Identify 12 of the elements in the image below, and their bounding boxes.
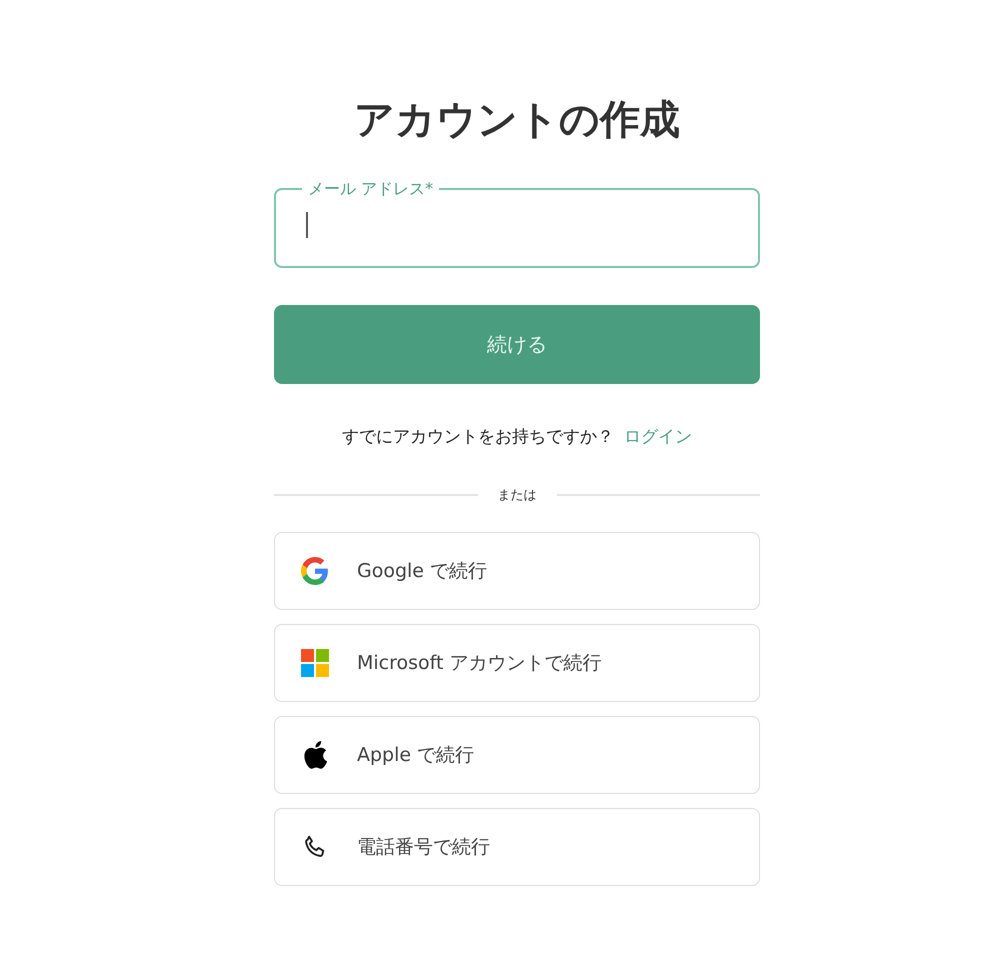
login-prompt: すでにアカウントをお持ちですか？ xyxy=(342,426,614,449)
field-label: メール アドレス* xyxy=(307,180,434,198)
provider-button[interactable]: Apple で続行 xyxy=(274,716,760,794)
provider-button[interactable]: Microsoft アカウントで続行 xyxy=(274,624,760,702)
text-cursor xyxy=(306,212,308,238)
page-title: アカウントの作成 xyxy=(353,96,681,145)
apple-logo-icon xyxy=(302,740,328,770)
provider-button[interactable]: Google で続行 xyxy=(274,532,760,610)
microsoft-logo-icon xyxy=(301,649,329,677)
provider-button[interactable]: 電話番号で続行 xyxy=(274,808,760,886)
divider-label: または xyxy=(498,487,536,504)
google-logo-icon xyxy=(301,557,329,585)
